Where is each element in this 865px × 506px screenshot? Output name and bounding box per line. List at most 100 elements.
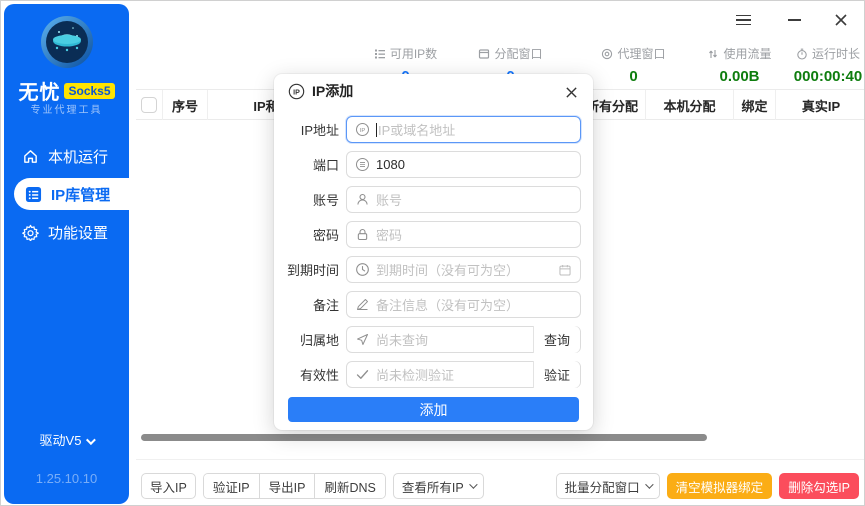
sidebar-menu: 本机运行 IP库管理 功能设置	[4, 134, 129, 254]
column-header-index[interactable]: 序号	[163, 90, 208, 120]
password-input[interactable]: 密码	[346, 221, 581, 248]
field-label: 备注	[274, 291, 339, 318]
port-icon	[355, 157, 370, 172]
driver-label: 驱动V5	[40, 433, 82, 448]
validity-input[interactable]: 尚未检测验证 验证	[346, 361, 581, 388]
field-location: 归属地 尚未查询 查询	[274, 326, 593, 353]
close-icon	[834, 13, 848, 27]
gear-icon	[21, 223, 39, 241]
placeholder-text: 备注信息（没有可为空）	[376, 295, 519, 314]
field-validity: 有效性 尚未检测验证 验证	[274, 361, 593, 388]
import-ip-button[interactable]: 导入IP	[141, 473, 196, 499]
delete-checked-ip-button[interactable]: 删除勾选IP	[779, 473, 859, 499]
stat-value: 000:00:40	[774, 68, 865, 85]
ip-address-input[interactable]: IP IP或域名地址	[346, 116, 581, 143]
pen-icon	[355, 297, 370, 312]
ufo-logo-icon	[39, 14, 95, 70]
horizontal-scrollbar[interactable]	[141, 434, 707, 441]
stat-label: 代理窗口	[617, 45, 665, 62]
field-label: 账号	[274, 186, 339, 213]
query-location-button[interactable]: 查询	[533, 326, 580, 353]
chevron-down-icon	[86, 435, 96, 445]
select-all-cell	[136, 90, 163, 120]
clock-icon	[355, 262, 370, 277]
view-all-ip-label: 查看所有IP	[402, 477, 464, 496]
stat-proxy-windows: 代理窗口 0	[586, 45, 681, 85]
ip-icon: IP	[355, 122, 370, 137]
check-icon	[355, 367, 370, 382]
field-expiry: 到期时间 到期时间（没有可为空）	[274, 256, 593, 283]
sidebar-item-settings[interactable]: 功能设置	[4, 216, 129, 248]
field-label: 归属地	[274, 326, 339, 353]
ip-list-icon	[24, 185, 42, 203]
svg-text:IP: IP	[293, 88, 300, 96]
stat-label: 使用流量	[723, 45, 771, 62]
port-input[interactable]: 1080	[346, 151, 581, 178]
sidebar-item-label: IP库管理	[51, 184, 110, 205]
toolbar-right: 批量分配窗口 清空模拟器绑定 删除勾选IP	[556, 473, 859, 499]
minimize-icon	[788, 19, 801, 21]
placeholder-text: 尚未查询	[376, 330, 428, 349]
window-icon	[478, 48, 490, 60]
app-version: 1.25.10.10	[4, 471, 129, 486]
column-header-binding[interactable]: 绑定	[734, 90, 776, 120]
stat-run-time: 运行时长 000:00:40	[774, 45, 865, 85]
field-remark: 备注 备注信息（没有可为空）	[274, 291, 593, 318]
dialog-close-button[interactable]	[561, 82, 581, 102]
window-menu-button[interactable]	[732, 9, 754, 31]
field-label: 到期时间	[274, 256, 339, 283]
stat-label: 可用IP数	[390, 45, 437, 62]
batch-assign-dropdown[interactable]: 批量分配窗口	[556, 473, 660, 499]
stat-label: 运行时长	[812, 45, 860, 62]
location-input[interactable]: 尚未查询 查询	[346, 326, 581, 353]
field-ip-address: IP地址 IP IP或域名地址	[274, 116, 593, 143]
column-header-local-assigned[interactable]: 本机分配	[646, 90, 734, 120]
sidebar-item-local-run[interactable]: 本机运行	[4, 140, 129, 172]
account-input[interactable]: 账号	[346, 186, 581, 213]
field-label: IP地址	[274, 116, 339, 143]
export-ip-button[interactable]: 导出IP	[260, 474, 316, 498]
field-label: 密码	[274, 221, 339, 248]
pin-icon	[355, 332, 370, 347]
view-all-ip-dropdown[interactable]: 查看所有IP	[393, 473, 484, 499]
column-header-real-ip[interactable]: 真实IP	[776, 90, 865, 120]
remark-input[interactable]: 备注信息（没有可为空）	[346, 291, 581, 318]
field-label: 有效性	[274, 361, 339, 388]
svg-text:IP: IP	[360, 128, 366, 134]
window-minimize-button[interactable]	[783, 9, 805, 31]
proxy-icon	[601, 48, 613, 60]
text-cursor	[376, 123, 377, 137]
home-icon	[21, 147, 39, 165]
sidebar: 无忧 Socks5 专业代理工具 本机运行 IP库管理 功能设置	[4, 4, 129, 504]
refresh-dns-button[interactable]: 刷新DNS	[315, 474, 384, 498]
select-all-checkbox[interactable]	[141, 97, 157, 113]
app-logo	[4, 14, 129, 75]
user-icon	[355, 192, 370, 207]
input-value: 1080	[376, 157, 405, 172]
dialog-title: IP添加	[312, 81, 353, 101]
field-label: 端口	[274, 151, 339, 178]
placeholder-text: 到期时间（没有可为空）	[376, 260, 519, 279]
chevron-down-icon	[645, 480, 653, 488]
verify-ip-button[interactable]: 验证IP	[204, 474, 260, 498]
sidebar-item-ip-library[interactable]: IP库管理	[14, 178, 129, 210]
driver-selector[interactable]: 驱动V5	[4, 430, 129, 449]
add-button[interactable]: 添加	[288, 397, 579, 422]
app-subtitle: 专业代理工具	[4, 101, 129, 116]
toolbar-left: 导入IP 验证IP 导出IP 刷新DNS 查看所有IP	[141, 473, 484, 499]
ip-circle-icon: IP	[288, 83, 305, 100]
placeholder-text: 账号	[376, 190, 402, 209]
calendar-icon[interactable]	[558, 263, 572, 277]
sidebar-item-label: 本机运行	[48, 146, 108, 167]
ip-add-dialog: IP IP添加 IP地址 IP IP或域名地址 端口 1080 账号	[274, 74, 593, 430]
batch-assign-label: 批量分配窗口	[565, 477, 640, 496]
window-close-button[interactable]	[830, 9, 852, 31]
close-icon	[565, 86, 578, 99]
placeholder-text: 密码	[376, 225, 402, 244]
timer-icon	[796, 48, 808, 60]
expiry-input[interactable]: 到期时间（没有可为空）	[346, 256, 581, 283]
clear-emulator-binding-button[interactable]: 清空模拟器绑定	[667, 473, 773, 499]
app-badge: Socks5	[64, 83, 114, 99]
divider	[136, 459, 865, 460]
verify-validity-button[interactable]: 验证	[533, 361, 580, 388]
